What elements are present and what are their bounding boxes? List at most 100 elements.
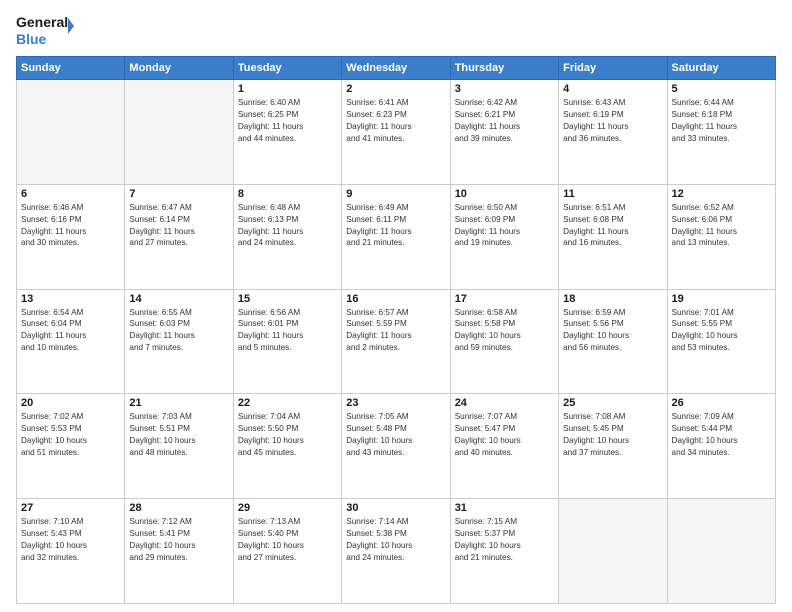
day-info: Sunrise: 7:13 AM Sunset: 5:40 PM Dayligh… <box>238 516 337 564</box>
day-number: 8 <box>238 188 337 200</box>
header: General Blue <box>16 12 776 50</box>
calendar-cell: 10 Sunrise: 6:50 AM Sunset: 6:09 PM Dayli… <box>450 184 558 289</box>
calendar-cell: 3Sunrise: 6:42 AM Sunset: 6:21 PM Daylig… <box>450 80 558 185</box>
day-number: 15 <box>238 293 337 305</box>
day-info: Sunrise: 7:01 AM Sunset: 5:55 PM Dayligh… <box>672 307 771 355</box>
calendar-cell <box>667 499 775 604</box>
day-number: 1 <box>238 83 337 95</box>
day-number: 14 <box>129 293 228 305</box>
day-info: Sunrise: 6:59 AM Sunset: 5:56 PM Dayligh… <box>563 307 662 355</box>
calendar-cell: 13 Sunrise: 6:54 AM Sunset: 6:04 PM Dayli… <box>17 289 125 394</box>
week-row-5: 27 Sunrise: 7:10 AM Sunset: 5:43 PM Dayli… <box>17 499 776 604</box>
day-info: Sunrise: 7:14 AM Sunset: 5:38 PM Dayligh… <box>346 516 445 564</box>
day-number: 28 <box>129 502 228 514</box>
day-number: 18 <box>563 293 662 305</box>
weekday-header-monday: Monday <box>125 57 233 80</box>
day-number: 10 <box>455 188 554 200</box>
day-info: Sunrise: 6:52 AM Sunset: 6:06 PM Dayligh… <box>672 202 771 250</box>
day-info: Sunrise: 7:09 AM Sunset: 5:44 PM Dayligh… <box>672 411 771 459</box>
calendar-cell: 11 Sunrise: 6:51 AM Sunset: 6:08 PM Dayli… <box>559 184 667 289</box>
calendar-cell: 25 Sunrise: 7:08 AM Sunset: 5:45 PM Dayli… <box>559 394 667 499</box>
calendar-cell: 7 Sunrise: 6:47 AM Sunset: 6:14 PM Daylig… <box>125 184 233 289</box>
calendar-cell: 12Sunrise: 6:52 AM Sunset: 6:06 PM Dayli… <box>667 184 775 289</box>
calendar-cell: 23Sunrise: 7:05 AM Sunset: 5:48 PM Dayli… <box>342 394 450 499</box>
day-info: Sunrise: 6:50 AM Sunset: 6:09 PM Dayligh… <box>455 202 554 250</box>
day-info: Sunrise: 7:07 AM Sunset: 5:47 PM Dayligh… <box>455 411 554 459</box>
svg-text:General: General <box>16 14 68 30</box>
day-number: 5 <box>672 83 771 95</box>
day-number: 11 <box>563 188 662 200</box>
day-info: Sunrise: 7:15 AM Sunset: 5:37 PM Dayligh… <box>455 516 554 564</box>
day-number: 29 <box>238 502 337 514</box>
day-info: Sunrise: 7:08 AM Sunset: 5:45 PM Dayligh… <box>563 411 662 459</box>
day-info: Sunrise: 6:46 AM Sunset: 6:16 PM Dayligh… <box>21 202 120 250</box>
calendar-cell: 19 Sunrise: 7:01 AM Sunset: 5:55 PM Dayli… <box>667 289 775 394</box>
calendar-cell: 21Sunrise: 7:03 AM Sunset: 5:51 PM Dayli… <box>125 394 233 499</box>
calendar-cell: 16Sunrise: 6:57 AM Sunset: 5:59 PM Dayli… <box>342 289 450 394</box>
day-number: 6 <box>21 188 120 200</box>
calendar-cell: 20 Sunrise: 7:02 AM Sunset: 5:53 PM Dayli… <box>17 394 125 499</box>
week-row-2: 6 Sunrise: 6:46 AM Sunset: 6:16 PM Daylig… <box>17 184 776 289</box>
calendar-cell: 18 Sunrise: 6:59 AM Sunset: 5:56 PM Dayli… <box>559 289 667 394</box>
day-info: Sunrise: 6:47 AM Sunset: 6:14 PM Dayligh… <box>129 202 228 250</box>
calendar-cell: 26 Sunrise: 7:09 AM Sunset: 5:44 PM Dayli… <box>667 394 775 499</box>
day-number: 26 <box>672 397 771 409</box>
day-number: 27 <box>21 502 120 514</box>
day-number: 25 <box>563 397 662 409</box>
week-row-1: 1Sunrise: 6:40 AM Sunset: 6:25 PM Daylig… <box>17 80 776 185</box>
day-number: 4 <box>563 83 662 95</box>
day-number: 20 <box>21 397 120 409</box>
day-info: Sunrise: 6:43 AM Sunset: 6:19 PM Dayligh… <box>563 97 662 145</box>
day-number: 13 <box>21 293 120 305</box>
day-info: Sunrise: 6:49 AM Sunset: 6:11 PM Dayligh… <box>346 202 445 250</box>
day-number: 17 <box>455 293 554 305</box>
weekday-header-row: SundayMondayTuesdayWednesdayThursdayFrid… <box>17 57 776 80</box>
day-info: Sunrise: 6:44 AM Sunset: 6:18 PM Dayligh… <box>672 97 771 145</box>
day-info: Sunrise: 6:58 AM Sunset: 5:58 PM Dayligh… <box>455 307 554 355</box>
day-number: 31 <box>455 502 554 514</box>
day-number: 24 <box>455 397 554 409</box>
page: General Blue SundayMondayTuesdayWednesda… <box>0 0 792 612</box>
calendar-cell: 14 Sunrise: 6:55 AM Sunset: 6:03 PM Dayli… <box>125 289 233 394</box>
weekday-header-sunday: Sunday <box>17 57 125 80</box>
weekday-header-thursday: Thursday <box>450 57 558 80</box>
day-info: Sunrise: 6:57 AM Sunset: 5:59 PM Dayligh… <box>346 307 445 355</box>
calendar: SundayMondayTuesdayWednesdayThursdayFrid… <box>16 56 776 604</box>
calendar-cell <box>559 499 667 604</box>
day-number: 9 <box>346 188 445 200</box>
calendar-cell: 1Sunrise: 6:40 AM Sunset: 6:25 PM Daylig… <box>233 80 341 185</box>
day-info: Sunrise: 7:10 AM Sunset: 5:43 PM Dayligh… <box>21 516 120 564</box>
calendar-cell: 27 Sunrise: 7:10 AM Sunset: 5:43 PM Dayli… <box>17 499 125 604</box>
calendar-cell: 15 Sunrise: 6:56 AM Sunset: 6:01 PM Dayli… <box>233 289 341 394</box>
day-info: Sunrise: 6:48 AM Sunset: 6:13 PM Dayligh… <box>238 202 337 250</box>
calendar-cell: 29 Sunrise: 7:13 AM Sunset: 5:40 PM Dayli… <box>233 499 341 604</box>
calendar-cell: 5 Sunrise: 6:44 AM Sunset: 6:18 PM Daylig… <box>667 80 775 185</box>
day-info: Sunrise: 7:05 AM Sunset: 5:48 PM Dayligh… <box>346 411 445 459</box>
day-info: Sunrise: 6:41 AM Sunset: 6:23 PM Dayligh… <box>346 97 445 145</box>
week-row-4: 20 Sunrise: 7:02 AM Sunset: 5:53 PM Dayli… <box>17 394 776 499</box>
day-number: 7 <box>129 188 228 200</box>
day-number: 2 <box>346 83 445 95</box>
calendar-cell: 31 Sunrise: 7:15 AM Sunset: 5:37 PM Dayli… <box>450 499 558 604</box>
svg-text:Blue: Blue <box>16 31 47 47</box>
calendar-cell: 17 Sunrise: 6:58 AM Sunset: 5:58 PM Dayli… <box>450 289 558 394</box>
calendar-cell <box>125 80 233 185</box>
calendar-cell: 22 Sunrise: 7:04 AM Sunset: 5:50 PM Dayli… <box>233 394 341 499</box>
day-number: 19 <box>672 293 771 305</box>
logo: General Blue <box>16 12 76 50</box>
day-info: Sunrise: 7:02 AM Sunset: 5:53 PM Dayligh… <box>21 411 120 459</box>
day-info: Sunrise: 6:54 AM Sunset: 6:04 PM Dayligh… <box>21 307 120 355</box>
calendar-cell: 28Sunrise: 7:12 AM Sunset: 5:41 PM Dayli… <box>125 499 233 604</box>
day-info: Sunrise: 7:04 AM Sunset: 5:50 PM Dayligh… <box>238 411 337 459</box>
calendar-cell: 9 Sunrise: 6:49 AM Sunset: 6:11 PM Daylig… <box>342 184 450 289</box>
day-info: Sunrise: 6:55 AM Sunset: 6:03 PM Dayligh… <box>129 307 228 355</box>
day-info: Sunrise: 6:56 AM Sunset: 6:01 PM Dayligh… <box>238 307 337 355</box>
day-number: 22 <box>238 397 337 409</box>
day-info: Sunrise: 6:51 AM Sunset: 6:08 PM Dayligh… <box>563 202 662 250</box>
calendar-cell: 8 Sunrise: 6:48 AM Sunset: 6:13 PM Daylig… <box>233 184 341 289</box>
calendar-cell <box>17 80 125 185</box>
calendar-cell: 6 Sunrise: 6:46 AM Sunset: 6:16 PM Daylig… <box>17 184 125 289</box>
week-row-3: 13 Sunrise: 6:54 AM Sunset: 6:04 PM Dayli… <box>17 289 776 394</box>
weekday-header-tuesday: Tuesday <box>233 57 341 80</box>
calendar-cell: 2 Sunrise: 6:41 AM Sunset: 6:23 PM Daylig… <box>342 80 450 185</box>
